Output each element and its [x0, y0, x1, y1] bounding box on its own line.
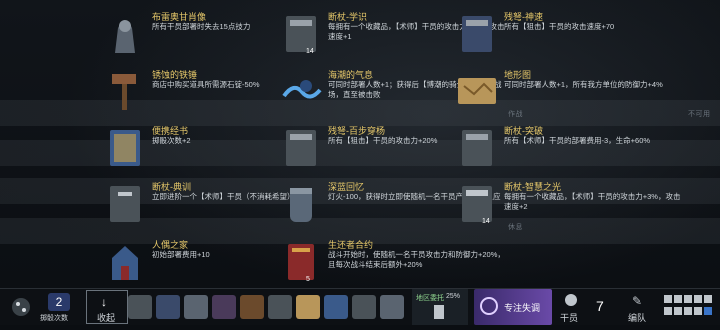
relic-card[interactable]: 5 生还者合约 战斗开始时，使随机一名干员攻击力和防御力+20%，且每次战斗结束…	[276, 236, 506, 286]
wrench-icon: ✎	[632, 294, 643, 308]
book-icon	[452, 178, 502, 228]
operator-count: 7	[588, 289, 616, 325]
portrait-icon	[100, 8, 150, 58]
operator-count-value: 7	[596, 298, 604, 314]
relic-thumb[interactable]	[296, 295, 320, 319]
relic-card[interactable]: 14 断杖-智慧之光 每拥有一个收藏品，【术师】干员的攻击力+3%，攻击速度+2	[452, 178, 682, 228]
relic-desc: 每拥有一个收藏品，【术师】干员的攻击力+3%，攻击速度+2	[504, 192, 681, 211]
operator-icon	[565, 294, 577, 306]
relic-thumb[interactable]	[128, 295, 152, 319]
relic-thumb[interactable]	[268, 295, 292, 319]
squad-grid-icon	[664, 295, 712, 315]
relic-badge: 14	[306, 48, 314, 55]
book-icon	[452, 122, 502, 172]
book-icon	[276, 8, 326, 58]
bottom-bar: 2 掷骰次数 ↓ 收起 地区委托 25% 专注失调 干员 7 ✎ 编队	[0, 288, 720, 325]
clipboard-icon	[434, 305, 444, 319]
dollhouse-icon	[100, 236, 150, 286]
relic-card[interactable]: 断杖-突破 所有【术师】干员的部署费用-3，生命+60%	[452, 122, 682, 172]
squad-button[interactable]: ✎ 编队	[620, 289, 656, 325]
ghost-status: 不可用	[688, 111, 711, 118]
relic-thumb[interactable]	[380, 295, 404, 319]
relic-badge: 5	[306, 276, 310, 283]
sector-commission[interactable]: 地区委托 25%	[412, 289, 468, 325]
operator-button[interactable]: 干员	[556, 289, 586, 325]
relic-desc: 所有【狙击】干员的攻击速度+70	[504, 22, 615, 31]
relic-thumb[interactable]	[352, 295, 376, 319]
book-icon	[452, 8, 502, 58]
relic-desc: 所有【术师】干员的部署费用-3，生命+60%	[504, 136, 651, 145]
book-icon	[100, 178, 150, 228]
relic-thumb[interactable]	[156, 295, 180, 319]
relic-strip	[128, 289, 408, 325]
hammer-icon	[100, 66, 150, 116]
relic-thumb[interactable]	[212, 295, 236, 319]
dice-icon-cell	[4, 289, 38, 325]
sector-pct: 25%	[446, 293, 461, 300]
relic-thumb[interactable]	[240, 295, 264, 319]
map-icon	[452, 66, 502, 116]
contract-icon	[276, 236, 326, 286]
squad-slots[interactable]	[660, 289, 716, 325]
operator-label: 干员	[560, 313, 579, 323]
arrow-down-icon: ↓	[101, 295, 107, 309]
sector-label: 地区委托	[416, 295, 444, 302]
squad-label: 编队	[628, 313, 647, 323]
relic-thumb[interactable]	[324, 295, 348, 319]
focus-button[interactable]: 专注失调	[474, 289, 552, 325]
relic-card[interactable]: 残弩-神速 所有【狙击】干员的攻击速度+70	[452, 8, 682, 58]
book-icon	[276, 122, 326, 172]
book-icon	[100, 122, 150, 172]
relic-desc: 可同时部署人数+1，所有我方单位的防御力+4%	[504, 80, 663, 89]
dice-label: 掷骰次数	[40, 315, 68, 322]
focus-label: 专注失调	[504, 303, 541, 313]
jar-icon	[276, 178, 326, 228]
swirl-icon	[480, 297, 498, 315]
dice-count: 2	[48, 293, 70, 311]
collapse-label: 收起	[97, 313, 116, 323]
wave-icon	[276, 66, 326, 116]
collapse-button[interactable]: ↓ 收起	[86, 290, 128, 324]
dice-counter[interactable]: 2 掷骰次数	[40, 289, 80, 325]
relic-card[interactable]: 地形图 可同时部署人数+1，所有我方单位的防御力+4%	[452, 66, 682, 116]
relic-desc: 战斗开始时，使随机一名干员攻击力和防御力+20%，且每次战斗结束后额外+20%	[328, 250, 505, 269]
relic-badge: 14	[482, 218, 490, 225]
relic-thumb[interactable]	[184, 295, 208, 319]
